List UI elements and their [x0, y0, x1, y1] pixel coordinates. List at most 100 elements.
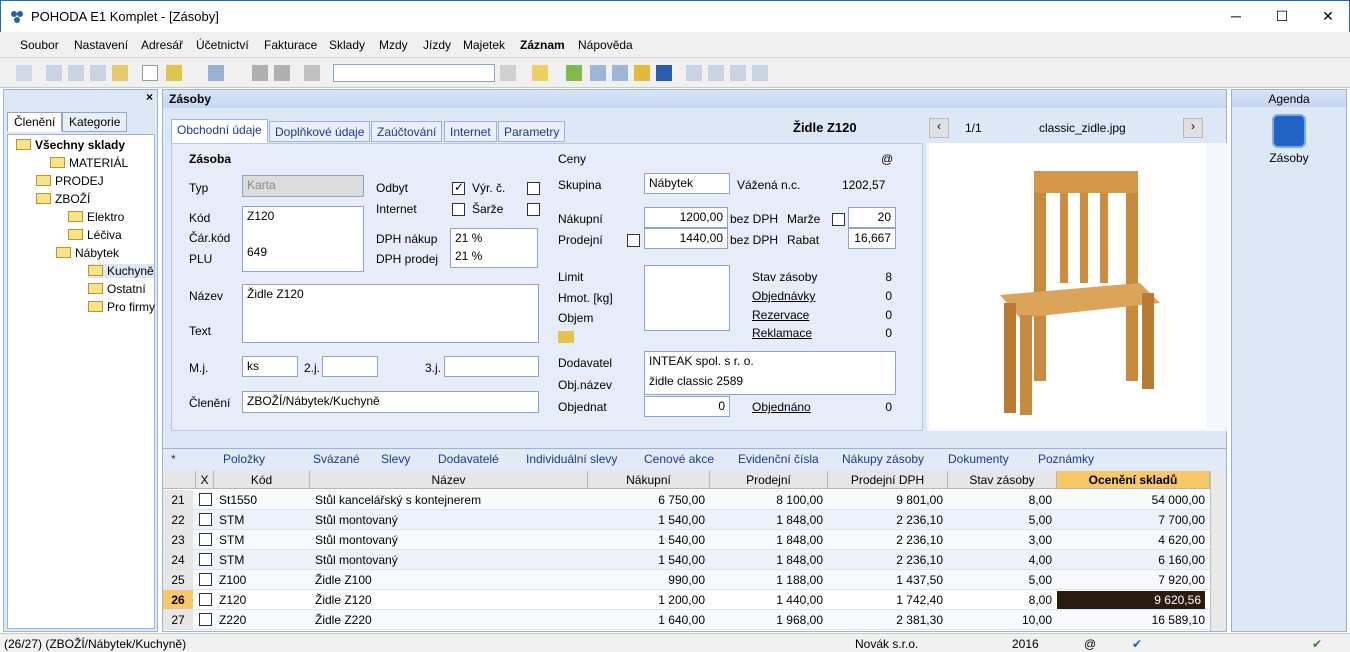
menu-jizdy[interactable]: Jízdy: [423, 38, 451, 52]
table-row[interactable]: 23 STM Stůl montovaný 1 540,00 1 848,00 2 236…: [163, 530, 1210, 550]
doc-icon[interactable]: [730, 65, 746, 81]
grid-scrollbar[interactable]: [1210, 471, 1226, 631]
header-nazev[interactable]: Název: [310, 471, 588, 489]
filter-icon[interactable]: [500, 65, 516, 81]
tree-item-root[interactable]: Všechny sklady: [16, 138, 125, 152]
close-panel-icon[interactable]: ×: [146, 90, 153, 104]
typ-select[interactable]: Karta: [242, 175, 364, 197]
prev-image-button[interactable]: ‹: [929, 118, 949, 138]
menu-ucetnictvi[interactable]: Účetnictví: [196, 38, 249, 52]
vyrc-checkbox[interactable]: [527, 182, 540, 195]
tab-evidencni-cisla[interactable]: Evidenční čísla: [738, 452, 819, 466]
rabat-input[interactable]: 16,667: [848, 228, 896, 249]
print-preview-icon[interactable]: [46, 65, 62, 81]
menu-soubor[interactable]: Soubor: [20, 38, 59, 52]
prodejni-checkbox[interactable]: [627, 234, 640, 247]
back-icon[interactable]: [208, 65, 224, 81]
internet-checkbox[interactable]: [452, 203, 465, 216]
row-checkbox[interactable]: [199, 613, 212, 626]
menu-zaznam[interactable]: Záznam: [520, 38, 565, 52]
edit-icon[interactable]: [166, 65, 182, 81]
mj-input[interactable]: ks: [242, 356, 298, 377]
search-combo[interactable]: [333, 64, 495, 82]
coins-icon[interactable]: [634, 65, 650, 81]
dph-box[interactable]: 21 % 21 %: [450, 228, 538, 268]
next-image-button[interactable]: ›: [1183, 118, 1203, 138]
list-icon[interactable]: [708, 65, 724, 81]
sarze-checkbox[interactable]: [527, 203, 540, 216]
table-row[interactable]: 26 Z120 Židle Z120 1 200,00 1 440,00 1 742,40…: [163, 590, 1210, 610]
row-checkbox[interactable]: [199, 493, 212, 506]
header-prodejni-dph[interactable]: Prodejní DPH: [828, 471, 948, 489]
tree-item-ostatni[interactable]: Ostatní: [88, 282, 146, 296]
table-row[interactable]: 25 Z100 Židle Z100 990,00 1 188,00 1 437,50 5,…: [163, 570, 1210, 590]
link-objednavky[interactable]: Objednávky: [752, 289, 815, 303]
calc-icon[interactable]: [558, 331, 574, 343]
odbyt-checkbox[interactable]: [452, 180, 465, 195]
row-checkbox[interactable]: [199, 593, 212, 606]
tab-svazane[interactable]: Svázané: [313, 452, 360, 466]
message-icon[interactable]: [686, 65, 702, 81]
link-objednano[interactable]: Objednáno: [752, 400, 811, 414]
table-row[interactable]: 22 STM Stůl montovaný 1 540,00 1 848,00 2 236…: [163, 510, 1210, 530]
tab-individualni-slevy[interactable]: Individuální slevy: [526, 452, 617, 466]
link-rezervace[interactable]: Rezervace: [752, 308, 809, 322]
tab-zauctovani[interactable]: Zaúčtování: [371, 121, 443, 142]
table-row[interactable]: 24 STM Stůl montovaný 1 540,00 1 848,00 2 236…: [163, 550, 1210, 570]
menu-napoveda[interactable]: Nápověda: [578, 38, 633, 52]
unit3-input[interactable]: [444, 356, 539, 377]
nazev-textarea[interactable]: Židle Z120: [242, 284, 539, 343]
kod-box[interactable]: Z120 649: [242, 206, 364, 272]
header-x[interactable]: X: [196, 471, 214, 489]
zasoby-icon[interactable]: [1272, 114, 1306, 148]
money-icon[interactable]: [566, 65, 582, 81]
save-icon[interactable]: [252, 65, 268, 81]
row-checkbox[interactable]: [199, 533, 212, 546]
calculator-icon[interactable]: [590, 65, 606, 81]
tab-nakupy-zasoby[interactable]: Nákupy zásoby: [842, 452, 924, 466]
tab-doplnkove-udaje[interactable]: Doplňkové údaje: [269, 121, 371, 142]
tree-item-material[interactable]: MATERIÁL: [50, 156, 128, 170]
menu-sklady[interactable]: Sklady: [329, 38, 365, 52]
tab-kategorie[interactable]: Kategorie: [62, 112, 128, 132]
table-row[interactable]: 21 St1550 Stůl kancelářský s kontejnerem 6 …: [163, 490, 1210, 510]
tab-cenove-akce[interactable]: Cenové akce: [644, 452, 714, 466]
agenda-item[interactable]: Zásoby: [1232, 151, 1346, 165]
tab-dokumenty[interactable]: Dokumenty: [948, 452, 1009, 466]
table-row[interactable]: 27 Z220 Židle Z220 1 640,00 1 968,00 2 381,30…: [163, 610, 1210, 630]
header-stav-zasoby[interactable]: Stav zásoby: [948, 471, 1057, 489]
report-icon[interactable]: [112, 65, 128, 81]
maximize-button[interactable]: ☐: [1259, 1, 1305, 32]
tree-item-nabytek[interactable]: Nábytek: [56, 246, 119, 260]
menu-majetek[interactable]: Majetek: [463, 38, 505, 52]
tree-item-prodej[interactable]: PRODEJ: [36, 174, 104, 188]
menu-mzdy[interactable]: Mzdy: [379, 38, 408, 52]
cleneni-input[interactable]: ZBOŽÍ/Nábytek/Kuchyně: [242, 391, 539, 413]
tab-polozky[interactable]: Položky: [223, 452, 265, 466]
email-at-icon[interactable]: @: [881, 152, 893, 166]
row-checkbox[interactable]: [199, 573, 212, 586]
objednat-input[interactable]: 0: [644, 396, 730, 417]
header-oceneni-skladu[interactable]: Ocenění skladů: [1057, 471, 1210, 489]
nav-icon[interactable]: [16, 65, 32, 81]
marze-input[interactable]: 20: [848, 207, 896, 228]
tab-parametry[interactable]: Parametry: [498, 121, 566, 142]
link-reklamace[interactable]: Reklamace: [752, 326, 812, 340]
tab-obchodni-udaje[interactable]: Obchodní údaje: [171, 119, 268, 143]
menu-nastaveni[interactable]: Nastavení: [74, 38, 128, 52]
tree-item-zbozi[interactable]: ZBOŽÍ: [36, 192, 90, 206]
dodavatel-box[interactable]: INTEAK spol. s r. o. židle classic 2589: [644, 351, 896, 395]
minimize-button[interactable]: ─: [1213, 1, 1259, 32]
tab-cleneni[interactable]: Členění: [7, 112, 63, 132]
print-icon[interactable]: [68, 65, 84, 81]
save-all-icon[interactable]: [274, 65, 290, 81]
menu-fakturace[interactable]: Fakturace: [264, 38, 317, 52]
header-kod[interactable]: Kód: [214, 471, 310, 489]
tab-internet[interactable]: Internet: [444, 121, 497, 142]
preview-icon[interactable]: [90, 65, 106, 81]
new-row-star[interactable]: *: [171, 452, 176, 466]
tree-item-kuchyne[interactable]: Kuchyně: [88, 264, 154, 278]
header-nakupni[interactable]: Nákupní: [588, 471, 710, 489]
header-prodejni[interactable]: Prodejní: [710, 471, 828, 489]
help-icon[interactable]: [752, 65, 768, 81]
